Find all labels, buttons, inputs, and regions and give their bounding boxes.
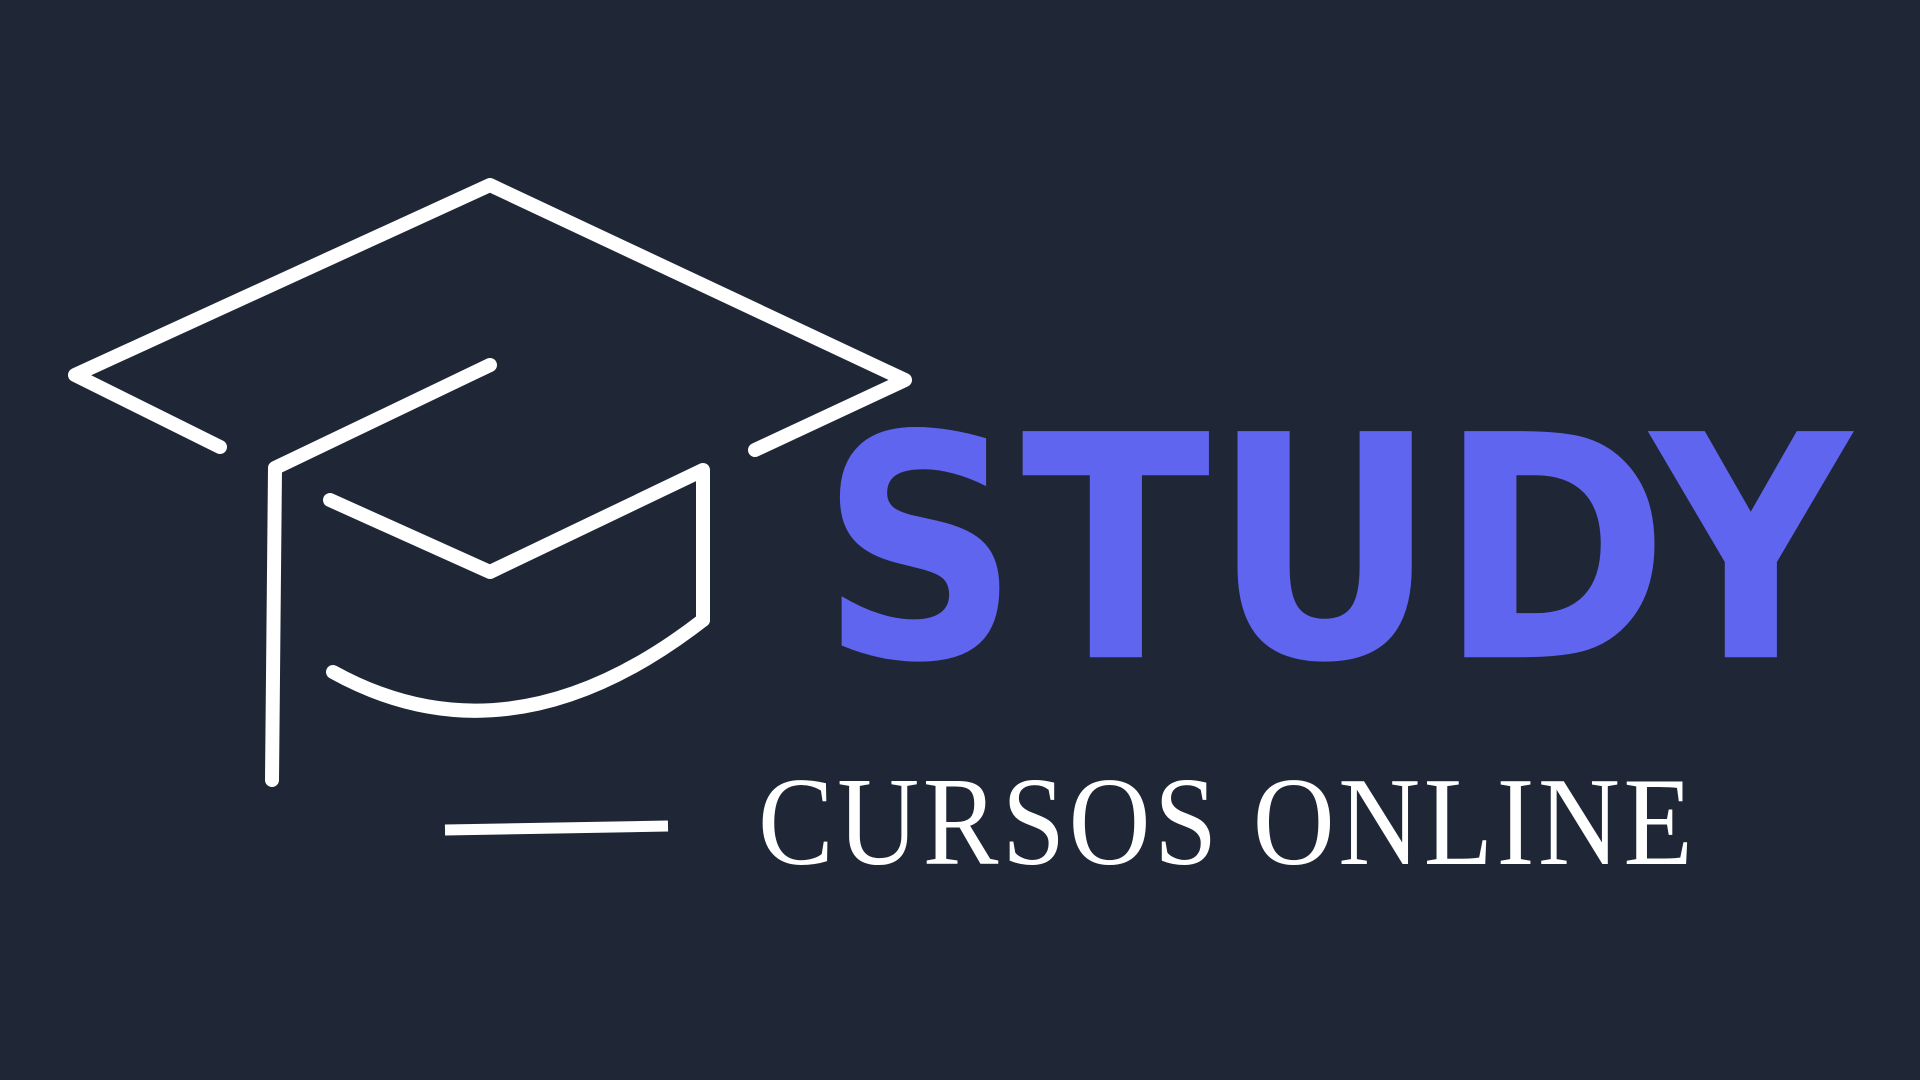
brand-name: STUDY — [820, 369, 1853, 731]
cap-board-left — [68, 178, 912, 457]
cap-base-curve — [326, 613, 710, 718]
cap-body — [323, 463, 710, 627]
logo-canvas: STUDY CURSOS ONLINE — [0, 0, 1920, 1080]
brand-tagline: CURSOS ONLINE — [758, 753, 1697, 892]
tassel-cord — [265, 358, 497, 787]
divider-line — [444, 820, 669, 836]
